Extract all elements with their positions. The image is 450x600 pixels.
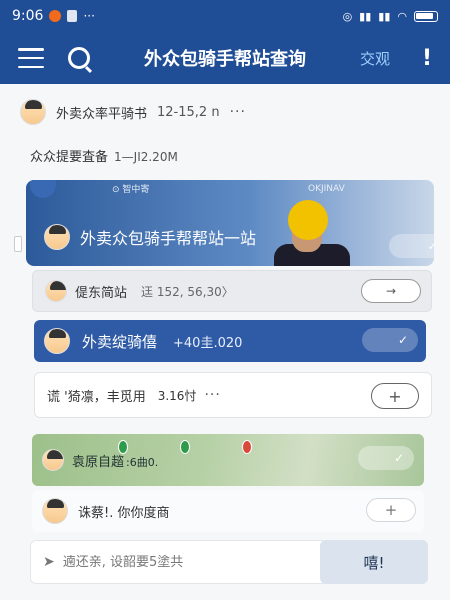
avatar	[44, 224, 70, 250]
signal-icon: ▮▮	[359, 9, 372, 23]
promo-banner[interactable]: ⊙ 智中寄 OKJINAV 外卖众包骑手帮帮站一站 ✓	[26, 180, 434, 266]
subheading-text: 众众提要査备	[30, 150, 109, 165]
list-item[interactable]: 偍东简站 迋 152, 56,30〉 →	[32, 270, 432, 312]
more-icon[interactable]: ···	[204, 387, 220, 403]
list-item-label: 偍东简站	[75, 285, 128, 301]
side-handle[interactable]	[14, 236, 22, 252]
map-pin-icon	[242, 440, 252, 454]
alert-icon[interactable]: !	[422, 46, 432, 71]
avatar[interactable]	[20, 99, 46, 125]
banner-title-row: 外卖众包骑手帮帮站一站	[44, 224, 256, 250]
add-button[interactable]: +	[371, 383, 419, 409]
brand-logo-icon	[30, 180, 56, 198]
more-icon[interactable]: ···	[230, 104, 246, 120]
checkmark-button[interactable]: ✓	[362, 328, 418, 352]
list-item-label: 谎 '猗凛，丰觅用	[47, 389, 146, 405]
header-link[interactable]: 交观	[360, 48, 390, 69]
arrow-right-button[interactable]: →	[361, 279, 421, 303]
add-button[interactable]: +	[366, 498, 416, 522]
list-item-label: 袁原自趦	[72, 454, 125, 470]
helmet-icon	[288, 200, 328, 240]
list-item-label: 外卖绽骑僖	[82, 332, 158, 351]
list-item-meta: 3.16忖	[157, 388, 197, 403]
list-item-meta: 迋 152, 56,30〉	[141, 284, 234, 299]
list-item-meta: +40圭.020	[173, 335, 243, 351]
list-item-meta: :6曲0.	[126, 455, 159, 469]
search-logo-icon[interactable]	[68, 47, 90, 69]
avatar	[42, 449, 64, 471]
app-header: 外众包骑手帮站查询 交观 !	[0, 32, 450, 84]
notification-icon	[49, 10, 62, 22]
more-notifications-icon: ···	[83, 9, 95, 23]
map-list-item[interactable]: 袁原自趦:6曲0. ✓	[32, 434, 424, 486]
banner-toggle-button[interactable]: ✓	[389, 234, 434, 258]
content-area: 外卖众率平骑书 12-15,2 n ··· 众众提要査备 1—JI2.20M ⊙ …	[0, 84, 450, 600]
list-item[interactable]: 诛蔡!. 你你度商 +	[32, 490, 424, 532]
list-item-selected[interactable]: 外卖绽骑僖 +40圭.020 ✓	[34, 320, 426, 362]
banner-title: 外卖众包骑手帮帮站一站	[80, 229, 257, 248]
banner-tag-right: OKJINAV	[308, 184, 345, 194]
status-bar: 9:06 ··· ◎ ▮▮ ▮▮ ◠	[0, 0, 450, 32]
menu-icon[interactable]	[18, 48, 44, 68]
wifi-icon: ◠	[397, 9, 407, 23]
message-input[interactable]	[62, 554, 293, 570]
avatar	[44, 328, 70, 354]
send-button[interactable]: 嘻!	[320, 540, 428, 584]
map-pin-icon	[180, 440, 190, 454]
list-item-label: 诛蔡!. 你你度商	[78, 505, 170, 521]
user-name: 外卖众率平骑书	[56, 106, 148, 122]
list-item[interactable]: 谎 '猗凛，丰觅用 3.16忖 ··· +	[34, 372, 432, 418]
alarm-icon: ◎	[342, 9, 353, 23]
status-time: 9:06	[12, 8, 44, 24]
message-input-bar: ➤	[30, 540, 324, 584]
signal-icon: ▮▮	[378, 9, 391, 23]
user-row: 外卖众率平骑书 12-15,2 n ···	[20, 98, 246, 126]
user-meta: 12-15,2 n	[157, 104, 220, 120]
banner-tag: ⊙ 智中寄	[112, 185, 150, 195]
map-label: 袁原自趦:6曲0.	[72, 451, 158, 470]
avatar	[42, 498, 68, 524]
checkmark-button[interactable]: ✓	[358, 446, 414, 470]
sim-icon	[67, 10, 78, 22]
location-arrow-icon[interactable]: ➤	[43, 554, 55, 570]
avatar	[45, 280, 67, 302]
subheading: 众众提要査备 1—JI2.20M	[30, 146, 178, 165]
subheading-meta: 1—JI2.20M	[114, 150, 178, 164]
battery-icon	[414, 10, 438, 22]
